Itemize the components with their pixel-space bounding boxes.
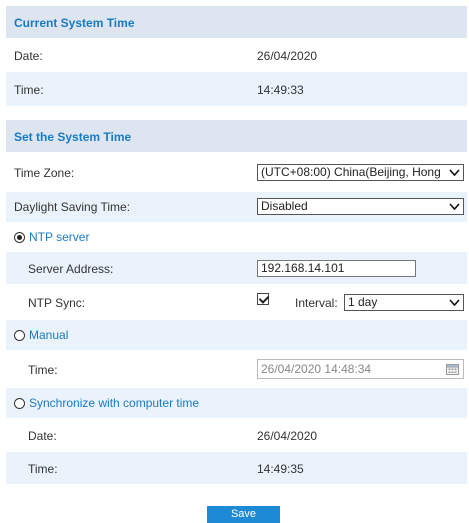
manual-time-row: Time: 26/04/2020 14:48:34 (6, 350, 467, 388)
computer-date-label: Date: (28, 429, 57, 443)
timezone-row: Time Zone: (UTC+08:00) China(Beijing, Ho… (6, 152, 467, 192)
calendar-icon[interactable] (446, 363, 459, 375)
current-time-row: Time: 14:49:33 (6, 72, 467, 106)
dst-select[interactable]: Disabled (257, 198, 464, 215)
dst-label: Daylight Saving Time: (14, 200, 131, 214)
timezone-select[interactable]: (UTC+08:00) China(Beijing, Hong (257, 164, 464, 181)
manual-time-input[interactable]: 26/04/2020 14:48:34 (257, 359, 464, 379)
save-button[interactable]: Save (207, 506, 280, 523)
ntp-sync-row: NTP Sync: Interval: 1 day (6, 284, 467, 320)
current-date-value: 26/04/2020 (257, 49, 318, 63)
current-date-row: Date: 26/04/2020 (6, 38, 467, 72)
manual-option-row: Manual (6, 320, 467, 350)
ntp-radio[interactable] (14, 232, 25, 243)
current-date-label: Date: (14, 49, 43, 63)
computer-sync-option-row: Synchronize with computer time (6, 388, 467, 418)
manual-radio-label[interactable]: Manual (29, 328, 68, 342)
computer-time-row: Time: 14:49:35 (6, 452, 467, 484)
manual-time-value: 26/04/2020 14:48:34 (261, 362, 372, 376)
interval-select[interactable]: 1 day (344, 294, 464, 311)
manual-radio[interactable] (14, 330, 25, 341)
server-address-value: 192.168.14.101 (261, 261, 345, 275)
computer-date-value: 26/04/2020 (257, 429, 318, 443)
ntp-option-row: NTP server (6, 222, 467, 252)
server-address-input[interactable]: 192.168.14.101 (257, 260, 416, 277)
server-address-row: Server Address: 192.168.14.101 (6, 252, 467, 284)
computer-sync-radio[interactable] (14, 398, 25, 409)
chevron-down-icon (449, 203, 460, 211)
dst-value: Disabled (261, 199, 308, 213)
interval-value: 1 day (348, 295, 378, 309)
current-time-title: Current System Time (14, 16, 135, 30)
chevron-down-icon (449, 169, 460, 177)
chevron-down-icon (449, 299, 460, 307)
interval-label: Interval: (295, 296, 338, 310)
current-time-value: 14:49:33 (257, 83, 304, 97)
timezone-value: (UTC+08:00) China(Beijing, Hong (261, 165, 441, 179)
set-time-title: Set the System Time (14, 130, 132, 144)
computer-time-value: 14:49:35 (257, 462, 304, 476)
ntp-sync-checkbox[interactable] (257, 293, 269, 305)
dst-row: Daylight Saving Time: Disabled (6, 192, 467, 222)
manual-time-label: Time: (28, 363, 58, 377)
current-time-label: Time: (14, 83, 44, 97)
server-address-label: Server Address: (28, 262, 114, 276)
computer-sync-radio-label[interactable]: Synchronize with computer time (29, 396, 199, 410)
set-time-header: Set the System Time (6, 120, 467, 152)
ntp-sync-label: NTP Sync: (28, 296, 86, 310)
timezone-label: Time Zone: (14, 166, 75, 180)
computer-time-label: Time: (28, 462, 58, 476)
computer-date-row: Date: 26/04/2020 (6, 418, 467, 452)
ntp-radio-label[interactable]: NTP server (29, 230, 89, 244)
current-time-header: Current System Time (6, 6, 467, 38)
